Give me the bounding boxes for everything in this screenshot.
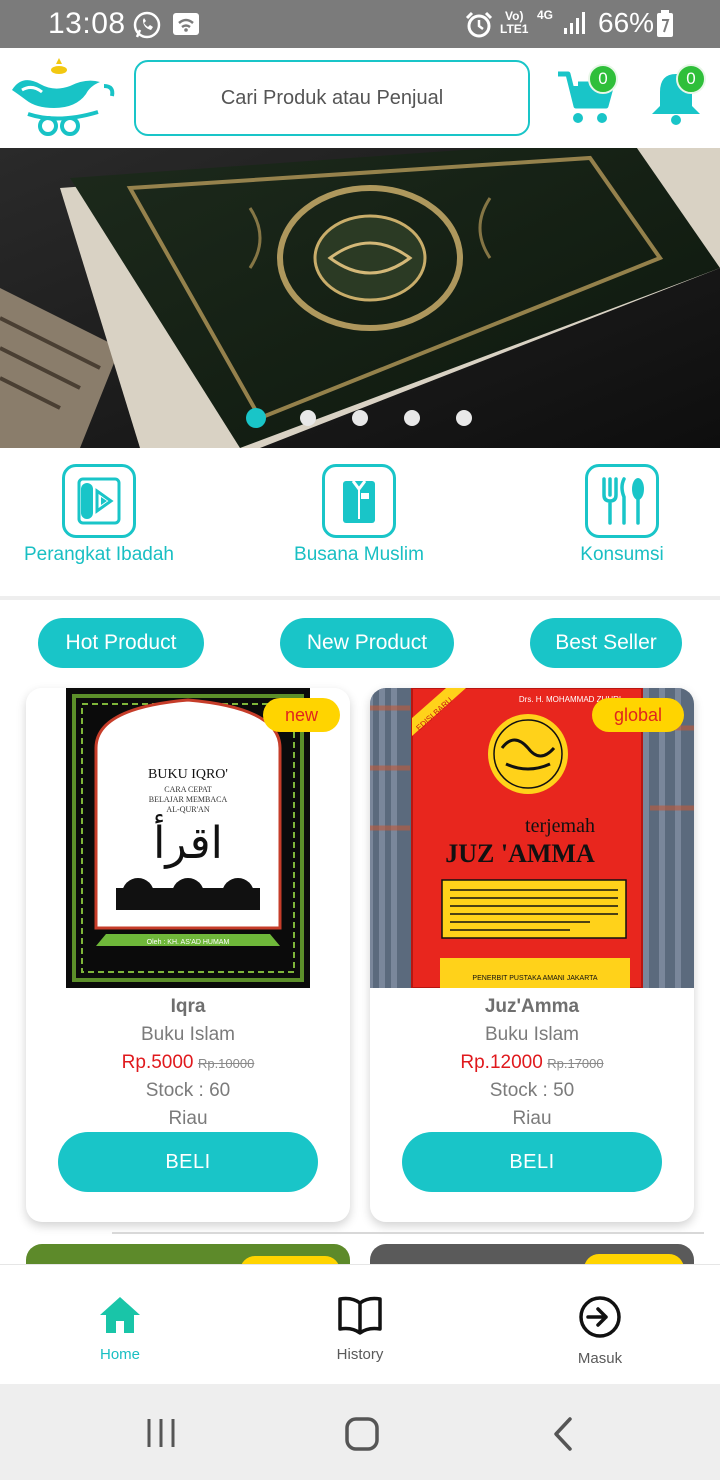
signal-icon — [564, 12, 585, 34]
product-image: BUKU IQRO' CARA CEPAT BELAJAR MEMBACA AL… — [26, 688, 350, 988]
product-price: Rp.5000 — [121, 1052, 194, 1073]
cart-button[interactable]: 0 — [556, 64, 626, 130]
bottom-navigation: Home History Masuk — [0, 1264, 720, 1384]
product-name: Iqra — [170, 996, 206, 1017]
product-stock: Stock : 50 — [489, 1080, 575, 1101]
category-label: Busana Muslim — [294, 544, 424, 565]
cover-title-large: JUZ 'AMMA — [445, 839, 595, 868]
network-type: 4G — [537, 8, 554, 22]
product-tag: new — [262, 698, 340, 732]
carousel-indicator — [0, 406, 720, 430]
search-input[interactable]: Cari Produk atau Penjual — [134, 60, 530, 136]
tab-new-product[interactable]: New Product — [280, 618, 454, 668]
tab-label: Best Seller — [555, 631, 657, 654]
tab-label: New Product — [306, 631, 428, 654]
category-label: Perangkat Ibadah — [23, 544, 174, 565]
nav-label: Masuk — [577, 1350, 623, 1367]
nav-home[interactable]: Home — [60, 1295, 180, 1363]
product-name: Juz'Amma — [484, 996, 580, 1017]
cover-title: BUKU IQRO' — [148, 767, 228, 782]
volte-indicator: Vo) LTE1 — [500, 9, 529, 36]
login-icon — [579, 1296, 621, 1338]
product-location: Riau — [512, 1108, 552, 1129]
utensils-icon — [585, 464, 659, 538]
cover-publisher: PENERBIT PUSTAKA AMANI JAKARTA — [472, 975, 597, 982]
carousel-dot[interactable] — [456, 410, 472, 426]
list-divider — [112, 1232, 704, 1234]
product-price: Rp.12000 — [460, 1052, 543, 1073]
search-placeholder: Cari Produk atau Penjual — [220, 86, 444, 109]
carousel-dot[interactable] — [352, 410, 368, 426]
buy-button[interactable]: BELI — [402, 1132, 662, 1192]
prayer-mat-icon — [62, 464, 136, 538]
product-category: Buku Islam — [141, 1024, 235, 1045]
home-icon — [100, 1297, 140, 1333]
product-old-price: Rp.10000 — [197, 1056, 255, 1071]
cover-subtitle-1: CARA CEPAT — [164, 785, 212, 794]
product-image: Drs. H. MOHAMMAD ZUHRI EDISI BARU terjem… — [370, 688, 694, 988]
system-navigation-bar — [0, 1384, 720, 1480]
product-prices: Rp.5000 Rp.10000 — [26, 1052, 350, 1074]
app-logo — [12, 58, 115, 136]
cover-arabic: اقرأ — [153, 814, 223, 869]
cover-title-small: terjemah — [525, 815, 595, 837]
cover-subtitle-3: AL-QUR'AN — [166, 805, 209, 814]
cover-author: Oleh : KH. AS'AD HUMAM — [147, 939, 230, 946]
whatsapp-icon — [133, 11, 161, 39]
category-busana-muslim[interactable]: Busana Muslim — [286, 464, 432, 566]
nav-label: History — [336, 1346, 384, 1363]
product-tag: global — [591, 698, 684, 732]
notification-count-badge: 0 — [676, 64, 706, 94]
tab-best-seller[interactable]: Best Seller — [530, 618, 682, 668]
carousel-dot[interactable] — [246, 408, 266, 428]
nav-history[interactable]: History — [300, 1295, 420, 1363]
product-location: Riau — [168, 1108, 208, 1129]
product-stock: Stock : 60 — [145, 1080, 231, 1101]
tab-label: Hot Product — [65, 631, 177, 654]
product-prices: Rp.12000 Rp.17000 — [370, 1052, 694, 1074]
nav-masuk[interactable]: Masuk — [540, 1295, 660, 1367]
app-header: Cari Produk atau Penjual 0 0 — [0, 48, 720, 148]
carousel-dot[interactable] — [300, 410, 316, 426]
status-time: 13:08 — [48, 7, 126, 40]
quran-banner-image — [0, 148, 720, 448]
category-konsumsi[interactable]: Konsumsi — [572, 464, 672, 566]
book-icon — [338, 1296, 382, 1335]
product-category: Buku Islam — [485, 1024, 579, 1045]
category-perangkat-ibadah[interactable]: Perangkat Ibadah — [20, 464, 178, 566]
tab-hot-product[interactable]: Hot Product — [38, 618, 204, 668]
battery-percent: 66% — [598, 7, 655, 38]
cart-count-badge: 0 — [588, 64, 618, 94]
notification-button[interactable]: 0 — [648, 64, 712, 130]
status-bar: 13:08 Vo) LTE1 4G 66% — [0, 0, 720, 48]
product-card[interactable]: BUKU IQRO' CARA CEPAT BELAJAR MEMBACA AL… — [26, 688, 350, 1222]
category-row: Perangkat Ibadah Busana Muslim Konsumsi — [0, 448, 720, 596]
shirt-icon — [322, 464, 396, 538]
product-old-price: Rp.17000 — [547, 1056, 604, 1071]
cover-subtitle-2: BELAJAR MEMBACA — [149, 795, 228, 804]
category-label: Konsumsi — [580, 544, 664, 565]
back-icon[interactable] — [550, 1416, 576, 1452]
buy-button[interactable]: BELI — [58, 1132, 318, 1192]
nav-label: Home — [99, 1346, 140, 1363]
section-divider — [0, 596, 720, 600]
recent-apps-icon[interactable] — [144, 1416, 178, 1450]
carousel-dot[interactable] — [404, 410, 420, 426]
product-card[interactable]: Drs. H. MOHAMMAD ZUHRI EDISI BARU terjem… — [370, 688, 694, 1222]
alarm-icon — [465, 11, 493, 38]
wifi-hotspot-icon — [173, 13, 199, 35]
banner-carousel[interactable] — [0, 148, 720, 448]
home-system-icon[interactable] — [344, 1416, 380, 1452]
battery-icon — [657, 10, 673, 37]
